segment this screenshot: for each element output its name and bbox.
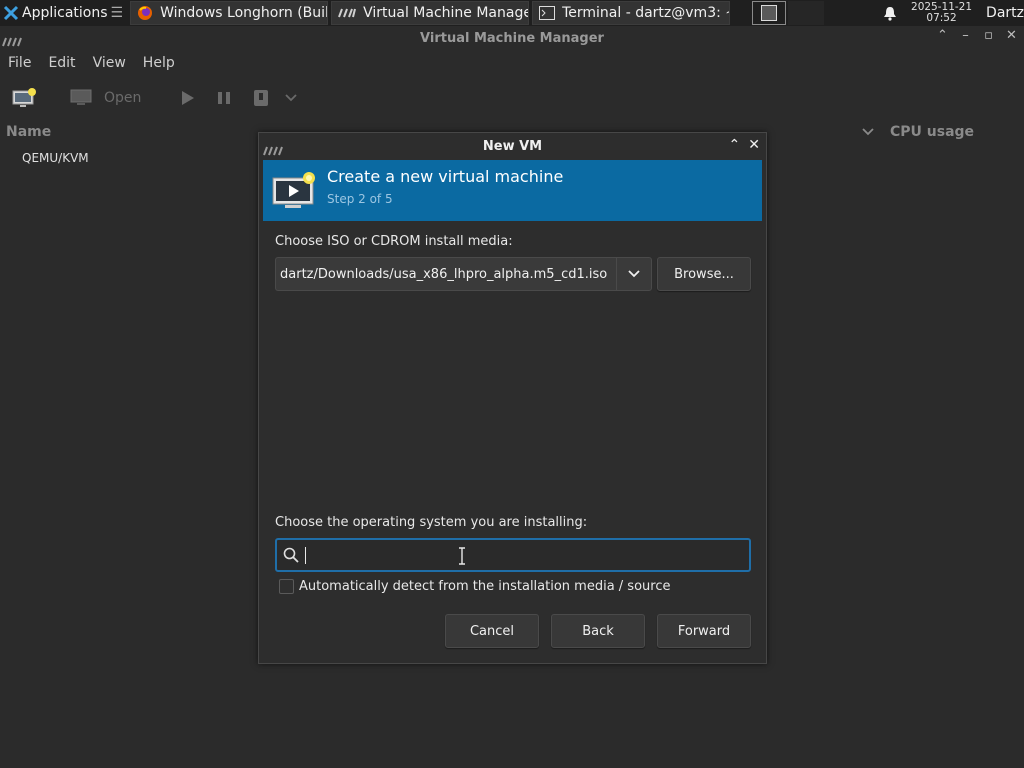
run-button[interactable] bbox=[181, 90, 195, 106]
banner-title: Create a new virtual machine bbox=[327, 167, 564, 186]
browse-button[interactable]: Browse... bbox=[657, 257, 751, 291]
taskbar: Applications ☰ Windows Longhorn (Buil...… bbox=[0, 0, 1024, 26]
window-title: Virtual Machine Manager bbox=[420, 30, 604, 46]
pause-button[interactable] bbox=[217, 91, 231, 105]
text-caret bbox=[305, 546, 306, 564]
monitor-icon bbox=[70, 89, 92, 105]
task-terminal[interactable]: Terminal - dartz@vm3: ~ bbox=[532, 1, 731, 25]
menu-edit[interactable]: Edit bbox=[48, 55, 75, 71]
workspace-2-button[interactable] bbox=[788, 1, 825, 25]
search-icon bbox=[283, 547, 299, 563]
os-label: Choose the operating system you are inst… bbox=[275, 515, 588, 530]
play-icon bbox=[182, 91, 195, 105]
clock[interactable]: 2025-11-21 07:52 bbox=[911, 2, 972, 24]
task-label: Terminal - dartz@vm3: ~ bbox=[562, 5, 731, 21]
firefox-icon bbox=[137, 5, 153, 21]
user-menu[interactable]: Dartz bbox=[986, 5, 1024, 21]
menu-file[interactable]: File bbox=[8, 55, 31, 71]
applications-menu-button[interactable]: Applications ☰ bbox=[0, 0, 127, 26]
chevron-down-icon[interactable] bbox=[862, 124, 874, 140]
notification-bell-icon[interactable] bbox=[879, 6, 901, 21]
workspace-1-button[interactable] bbox=[752, 1, 787, 25]
menubar: File Edit View Help bbox=[0, 50, 1024, 76]
autodetect-checkbox[interactable] bbox=[279, 579, 294, 594]
iso-label: Choose ISO or CDROM install media: bbox=[275, 234, 513, 249]
dialog-title: New VM bbox=[482, 138, 543, 154]
shade-icon[interactable]: ⌃ bbox=[934, 28, 951, 43]
autodetect-label: Automatically detect from the installati… bbox=[299, 579, 671, 594]
new-vm-icon bbox=[271, 170, 317, 214]
menu-icon: ☰ bbox=[110, 5, 124, 21]
open-label: Open bbox=[104, 90, 142, 106]
window-titlebar[interactable]: Virtual Machine Manager ⌃ – ▫ ✕ bbox=[0, 26, 1024, 50]
cancel-button[interactable]: Cancel bbox=[445, 614, 539, 648]
close-icon[interactable]: ✕ bbox=[1003, 28, 1020, 43]
iso-path-value[interactable]: dartz/Downloads/usa_x86_lhpro_alpha.m5_c… bbox=[276, 267, 616, 282]
column-cpu-usage[interactable]: CPU usage bbox=[890, 124, 974, 140]
task-label: Virtual Machine Manager bbox=[363, 5, 530, 21]
task-virt-manager[interactable]: Virtual Machine Manager bbox=[331, 1, 530, 25]
wizard-banner: Create a new virtual machine Step 2 of 5 bbox=[263, 160, 762, 221]
shutdown-menu-button[interactable] bbox=[285, 94, 298, 102]
os-search-input[interactable] bbox=[310, 547, 749, 563]
pause-icon bbox=[218, 92, 231, 104]
menu-help[interactable]: Help bbox=[143, 55, 175, 71]
maximize-icon[interactable]: ▫ bbox=[980, 28, 997, 43]
column-name[interactable]: Name bbox=[6, 124, 51, 140]
forward-button[interactable]: Forward bbox=[657, 614, 751, 648]
close-icon[interactable]: ✕ bbox=[748, 137, 760, 153]
iso-path-combobox[interactable]: dartz/Downloads/usa_x86_lhpro_alpha.m5_c… bbox=[275, 257, 652, 291]
virt-manager-icon bbox=[263, 141, 283, 160]
banner-step: Step 2 of 5 bbox=[327, 192, 393, 206]
virt-manager-icon bbox=[338, 8, 357, 18]
menu-view[interactable]: View bbox=[93, 55, 126, 71]
iso-dropdown-button[interactable] bbox=[616, 258, 651, 290]
power-icon bbox=[254, 90, 269, 106]
shade-icon[interactable]: ⌃ bbox=[729, 137, 741, 153]
virt-manager-icon bbox=[2, 32, 22, 51]
dialog-titlebar[interactable]: New VM ⌃ ✕ bbox=[259, 133, 766, 159]
task-firefox[interactable]: Windows Longhorn (Buil... bbox=[130, 1, 329, 25]
toolbar: Open bbox=[0, 76, 1024, 120]
chevron-down-icon bbox=[628, 270, 640, 278]
task-label: Windows Longhorn (Buil... bbox=[160, 5, 329, 21]
terminal-icon bbox=[539, 6, 556, 20]
os-search-field[interactable] bbox=[275, 538, 751, 572]
shutdown-button[interactable] bbox=[253, 89, 269, 107]
chevron-down-icon bbox=[285, 94, 298, 102]
minimize-icon[interactable]: – bbox=[957, 28, 974, 43]
clock-time: 07:52 bbox=[926, 12, 957, 24]
open-button[interactable]: Open bbox=[70, 89, 141, 107]
connection-label: QEMU/KVM bbox=[22, 151, 89, 165]
applications-icon bbox=[3, 5, 19, 21]
ibeam-cursor-icon bbox=[458, 547, 466, 569]
new-vm-icon bbox=[12, 88, 36, 107]
back-button[interactable]: Back bbox=[551, 614, 645, 648]
new-vm-dialog: New VM ⌃ ✕ Create a new virtual machine … bbox=[258, 132, 767, 664]
workspace-icon bbox=[761, 5, 778, 21]
applications-label: Applications bbox=[22, 5, 108, 21]
new-vm-button[interactable] bbox=[12, 87, 38, 109]
autodetect-checkbox-row[interactable]: Automatically detect from the installati… bbox=[279, 579, 670, 594]
